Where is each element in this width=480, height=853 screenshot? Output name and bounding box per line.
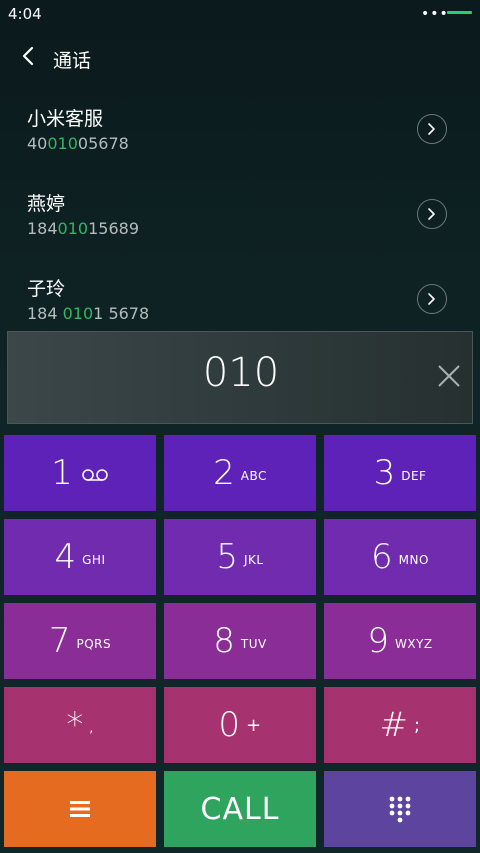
close-icon [438, 365, 460, 387]
contact-name: 燕婷 [27, 193, 66, 215]
key-letters: WXYZ [395, 637, 433, 651]
page-title: 通话 [53, 50, 92, 72]
dialpad-icon [389, 796, 411, 823]
contact-name: 小米客服 [27, 108, 104, 130]
key-8[interactable]: 8 TUV [164, 603, 316, 679]
key-9[interactable]: 9 WXYZ [324, 603, 476, 679]
status-time: 4:04 [8, 5, 42, 23]
contact-detail-button[interactable] [417, 114, 447, 144]
key-letters: PQRS [76, 637, 112, 651]
dialpad-toggle-button[interactable] [324, 771, 476, 847]
key-1[interactable]: 1 [4, 435, 156, 511]
chevron-right-icon [428, 208, 435, 220]
key-letters: , [89, 721, 94, 735]
key-letters: JKL [244, 553, 264, 567]
contact-number: 18401015689 [27, 219, 139, 238]
back-button[interactable] [17, 44, 41, 68]
key-4[interactable]: 4 GHI [4, 519, 156, 595]
key-letters: TUV [240, 637, 267, 651]
key-6[interactable]: 6 MNO [324, 519, 476, 595]
key-star[interactable]: * , [4, 687, 156, 763]
back-arrow-icon [22, 46, 34, 66]
key-3[interactable]: 3 DEF [324, 435, 476, 511]
dial-display: 010 [7, 331, 473, 424]
key-digit: 4 [54, 537, 77, 577]
key-letters: GHI [82, 553, 106, 567]
contact-detail-button[interactable] [417, 199, 447, 229]
call-button[interactable]: CALL [164, 771, 316, 847]
key-7[interactable]: 7 PQRS [4, 603, 156, 679]
chevron-right-icon [428, 293, 435, 305]
key-hash[interactable]: # ; [324, 687, 476, 763]
battery-icon [447, 11, 472, 14]
key-0[interactable]: 0 + [164, 687, 316, 763]
status-bar: 4:04 ••• [0, 0, 480, 28]
key-letters: + [246, 714, 262, 736]
key-digit: * [66, 705, 84, 745]
key-digit: 3 [373, 453, 396, 493]
key-digit: 8 [213, 621, 235, 661]
key-digit: 2 [213, 453, 235, 493]
key-5[interactable]: 5 JKL [164, 519, 316, 595]
voicemail-icon [82, 469, 108, 481]
chevron-right-icon [428, 123, 435, 135]
key-letters: DEF [401, 469, 427, 483]
contact-item[interactable]: 燕婷 18401015689 [0, 175, 480, 260]
contact-item[interactable]: 小米客服 4001005678 [0, 90, 480, 175]
key-digit: 7 [48, 621, 71, 661]
contact-name: 子玲 [27, 278, 66, 300]
key-digit: 5 [216, 537, 239, 577]
clear-button[interactable] [429, 356, 469, 396]
menu-icon [70, 801, 90, 817]
contact-number: 4001005678 [27, 134, 129, 153]
key-letters: ; [413, 714, 421, 736]
key-letters: MNO [398, 553, 429, 567]
header: 通话 [0, 34, 480, 82]
menu-button[interactable] [4, 771, 156, 847]
key-2[interactable]: 2 ABC [164, 435, 316, 511]
contact-number: 184 0101 5678 [27, 304, 150, 323]
key-digit: 9 [367, 621, 389, 661]
key-digit: 1 [51, 453, 73, 493]
contact-suggestions: 小米客服 4001005678 燕婷 18401015689 子玲 184 01… [0, 90, 480, 345]
call-label: CALL [200, 791, 280, 827]
contact-detail-button[interactable] [417, 284, 447, 314]
key-letters: ABC [240, 469, 267, 483]
key-digit: 0 [218, 705, 241, 745]
status-dots: ••• [421, 6, 449, 22]
dialed-number: 010 [202, 350, 280, 396]
key-digit: 6 [371, 537, 393, 577]
key-digit: # [379, 705, 408, 745]
